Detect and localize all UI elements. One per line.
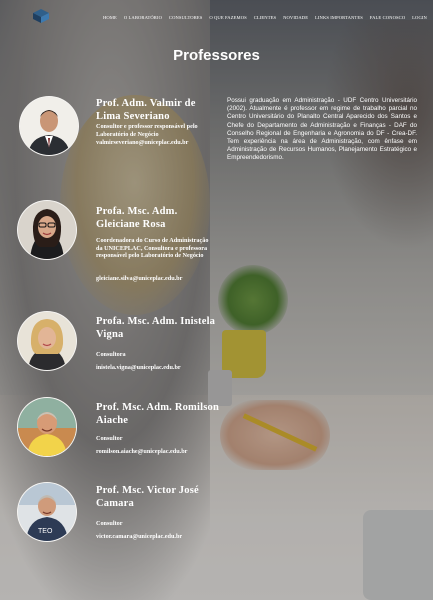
page-title: Professores bbox=[173, 47, 260, 64]
professor-role: Consultor bbox=[96, 520, 123, 527]
professor-role: Consultor e professor responsável pelo L… bbox=[96, 123, 198, 138]
main-menu: Home O Laboratório Consultores O que faz… bbox=[103, 15, 427, 20]
professor-name: Prof. Msc. Victor José Camara bbox=[96, 485, 199, 509]
cube-logo-icon[interactable] bbox=[33, 9, 49, 23]
professor-email[interactable]: victor.camara@uniceplac.edu.br bbox=[96, 533, 221, 541]
menu-item-consultores[interactable]: Consultores bbox=[169, 15, 203, 20]
professor-name: Profa. Msc. Adm. Inistela Vigna bbox=[96, 316, 216, 340]
professor-name: Prof. Msc. Adm. Romilson Aiache bbox=[96, 402, 220, 426]
menu-item-fale-conosco[interactable]: Fale conosco bbox=[370, 15, 405, 20]
menu-item-links-importantes[interactable]: Links importantes bbox=[315, 15, 363, 20]
professor-role: Consultor bbox=[96, 435, 123, 442]
menu-item-o-que-fazemos[interactable]: O que fazemos bbox=[209, 15, 246, 20]
professor-name: Prof. Adm. Valmir de Lima Severiano bbox=[96, 98, 196, 122]
avatar-photo: TEO bbox=[17, 482, 77, 542]
menu-item-novidade[interactable]: Novidade bbox=[283, 15, 308, 20]
professor-email[interactable]: valmirseveriano@uniceplac.edu.br bbox=[96, 139, 221, 147]
svg-text:TEO: TEO bbox=[38, 528, 53, 535]
professor-email[interactable]: gleiciane.silva@uniceplac.edu.br bbox=[96, 275, 221, 283]
avatar-photo bbox=[17, 311, 77, 371]
professor-name: Profa. Msc. Adm. Gleiciane Rosa bbox=[96, 206, 178, 230]
menu-item-laboratorio[interactable]: O Laboratório bbox=[124, 15, 162, 20]
professor-role: Coordenadora do Curso de Administração d… bbox=[96, 237, 209, 260]
menu-item-login[interactable]: Login bbox=[412, 15, 427, 20]
avatar-photo bbox=[17, 200, 77, 260]
menu-item-home[interactable]: Home bbox=[103, 15, 117, 20]
professor-email[interactable]: inistela.vigna@uniceplac.edu.br bbox=[96, 364, 221, 372]
avatar-photo bbox=[17, 397, 77, 457]
avatar-photo bbox=[19, 96, 79, 156]
professor-bio: Possui graduação em Administração - UDF … bbox=[227, 97, 417, 162]
menu-item-clientes[interactable]: Clientes bbox=[254, 15, 277, 20]
top-navigation: Home O Laboratório Consultores O que faz… bbox=[0, 0, 433, 36]
professor-email[interactable]: romilson.aiache@uniceplac.edu.br bbox=[96, 448, 221, 456]
professor-role: Consultora bbox=[96, 351, 126, 358]
